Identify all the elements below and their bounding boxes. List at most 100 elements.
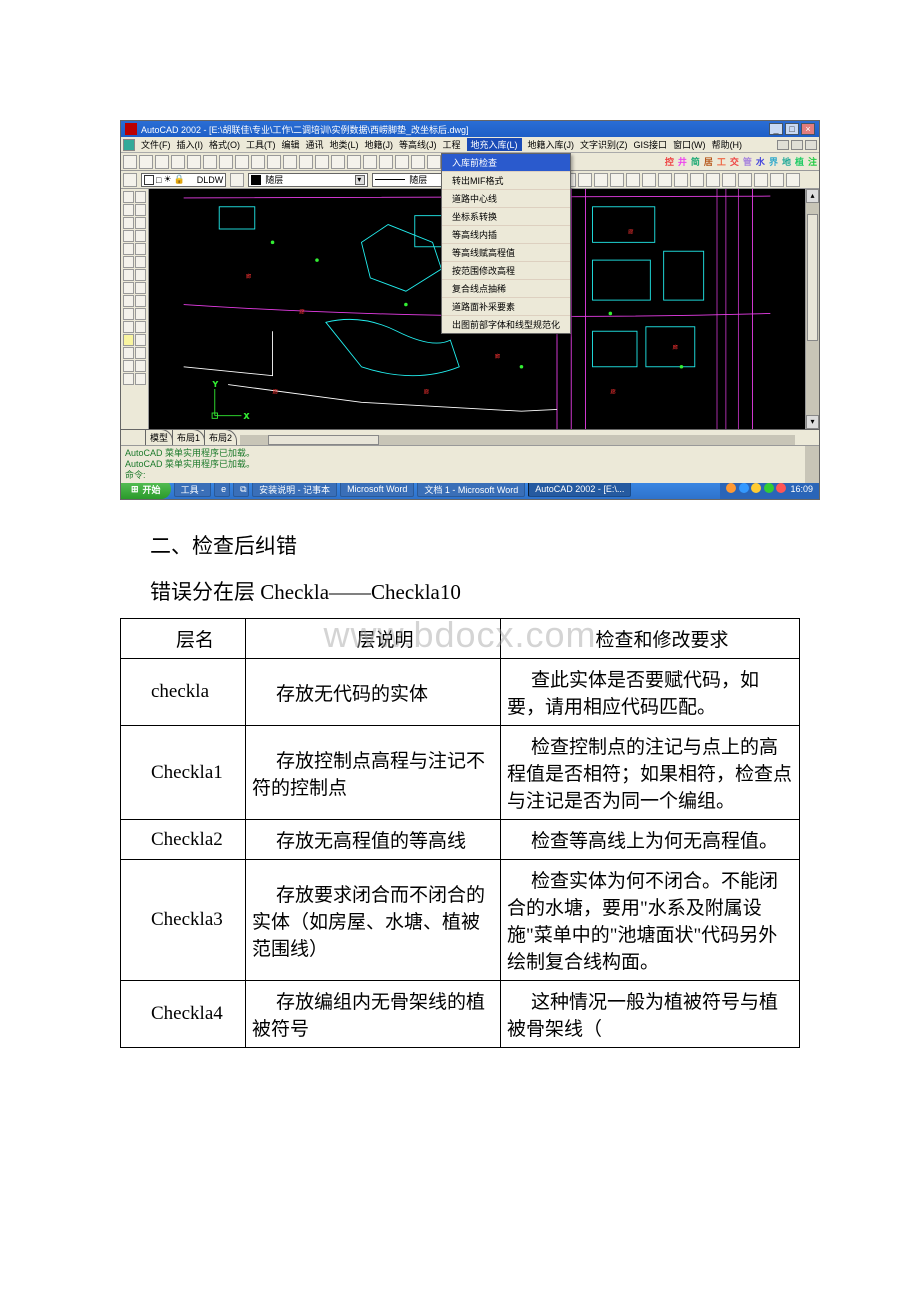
dropdown-item[interactable]: 出图前部字体和线型规范化 [442,316,570,333]
designctr-icon[interactable] [315,155,329,169]
tab-layout1[interactable]: 布局1 [172,429,205,445]
mtext-icon[interactable] [123,373,134,385]
a-icon[interactable] [427,155,441,169]
chamfer-icon[interactable] [135,347,146,359]
dropdown-arrow-icon[interactable] [355,175,365,185]
tool-icon[interactable] [658,173,672,187]
find-icon[interactable] [203,155,217,169]
horizontal-scrollbar[interactable] [240,435,795,445]
child-max-icon[interactable] [791,140,803,150]
ray-icon[interactable] [123,204,134,216]
save-icon[interactable] [155,155,169,169]
move-icon[interactable] [135,256,146,268]
scroll-down-icon[interactable]: ▾ [806,415,819,429]
tool-icon[interactable] [706,173,720,187]
scroll-up-icon[interactable]: ▴ [806,189,819,203]
menu-landtype[interactable]: 地类(L) [330,138,359,151]
menu-storecad[interactable]: 地籍入库(J) [528,138,575,151]
tool-icon[interactable] [578,173,592,187]
tool-icon[interactable] [770,173,784,187]
menu-tools[interactable]: 工具(T) [246,138,276,151]
new-icon[interactable] [123,155,137,169]
break-icon[interactable] [135,334,146,346]
insert-icon[interactable] [123,308,134,320]
tool-icon[interactable] [594,173,608,187]
scale-icon[interactable] [135,282,146,294]
zoom-window-icon[interactable] [379,155,393,169]
tray-icon[interactable] [764,483,774,493]
help-icon[interactable] [347,155,361,169]
erase-icon[interactable] [135,191,146,203]
matchprop-icon[interactable] [267,155,281,169]
zoom-real-icon[interactable] [363,155,377,169]
command-line[interactable]: AutoCAD 菜单实用程序已加载。 AutoCAD 菜单实用程序已加载。 命令… [121,445,819,483]
dropdown-item[interactable]: 复合线点抽稀 [442,280,570,298]
point-icon[interactable] [123,334,134,346]
tool-icon[interactable] [754,173,768,187]
taskbar-item[interactable]: ⧉ [233,481,249,497]
menu-project[interactable]: 工程 [443,138,461,151]
polygon-icon[interactable] [123,230,134,242]
taskbar-item[interactable]: 文档 1 - Microsoft Word [417,481,525,497]
menu-ocr[interactable]: 文字识别(Z) [580,138,628,151]
tool-icon[interactable] [722,173,736,187]
rectangle-icon[interactable] [123,243,134,255]
offset-icon[interactable] [135,230,146,242]
fillet-icon[interactable] [135,360,146,372]
menu-help[interactable]: 帮助(H) [712,138,743,151]
menu-insert[interactable]: 插入(I) [177,138,204,151]
tray-icon[interactable] [776,483,786,493]
dropdown-item[interactable]: 坐标系转换 [442,208,570,226]
redo-icon[interactable] [299,155,313,169]
linetype-dropdown[interactable]: 随层 [248,173,368,187]
tool-icon[interactable] [786,173,800,187]
copy-icon[interactable] [235,155,249,169]
tool-icon[interactable] [674,173,688,187]
dropdown-item[interactable]: 道路中心线 [442,190,570,208]
dropdown-item[interactable]: 道路面补采要素 [442,298,570,316]
menu-comm[interactable]: 通讯 [306,138,324,151]
tray-icon[interactable] [739,483,749,493]
hscroll-thumb[interactable] [268,435,379,445]
menu-format[interactable]: 格式(O) [209,138,240,151]
line-icon[interactable] [123,191,134,203]
menu-contour[interactable]: 等高线(J) [399,138,437,151]
menu-storefill[interactable]: 地充入库(L) [467,138,522,151]
child-min-icon[interactable] [777,140,789,150]
taskbar-item[interactable]: 工具 - [174,481,212,497]
arc-icon[interactable] [123,256,134,268]
taskbar-item-active[interactable]: AutoCAD 2002 - [E:\... [528,481,631,497]
array-icon[interactable] [135,243,146,255]
ellipse-icon[interactable] [123,295,134,307]
mirror-icon[interactable] [135,217,146,229]
tab-model[interactable]: 模型 [145,429,173,445]
rotate-icon[interactable] [135,269,146,281]
tool-icon[interactable] [610,173,624,187]
close-icon[interactable]: × [801,123,815,135]
pline-icon[interactable] [123,217,134,229]
copy-obj-icon[interactable] [135,204,146,216]
taskbar-item[interactable]: e [214,481,230,497]
tool-icon[interactable] [690,173,704,187]
pan-icon[interactable] [411,155,425,169]
layer-dropdown[interactable]: □ ☀ 🔒 DLDW [141,173,226,187]
tool-icon[interactable] [642,173,656,187]
menu-gis[interactable]: GIS接口 [634,138,668,151]
tray-icon[interactable] [751,483,761,493]
block-icon[interactable] [123,321,134,333]
tab-layout2[interactable]: 布局2 [204,429,237,445]
region-icon[interactable] [123,360,134,372]
stretch-icon[interactable] [135,295,146,307]
scroll-thumb[interactable] [807,214,818,341]
taskbar-item[interactable]: Microsoft Word [340,481,414,497]
zoom-prev-icon[interactable] [395,155,409,169]
cut-icon[interactable] [219,155,233,169]
menu-cadastre[interactable]: 地籍(J) [365,138,394,151]
tool-icon[interactable] [626,173,640,187]
properties-icon[interactable] [331,155,345,169]
cmd-scrollbar[interactable] [805,446,819,483]
extend-icon[interactable] [135,321,146,333]
tray-icon[interactable] [726,483,736,493]
minimize-icon[interactable]: _ [769,123,783,135]
dropdown-item[interactable]: 转出MIF格式 [442,172,570,190]
